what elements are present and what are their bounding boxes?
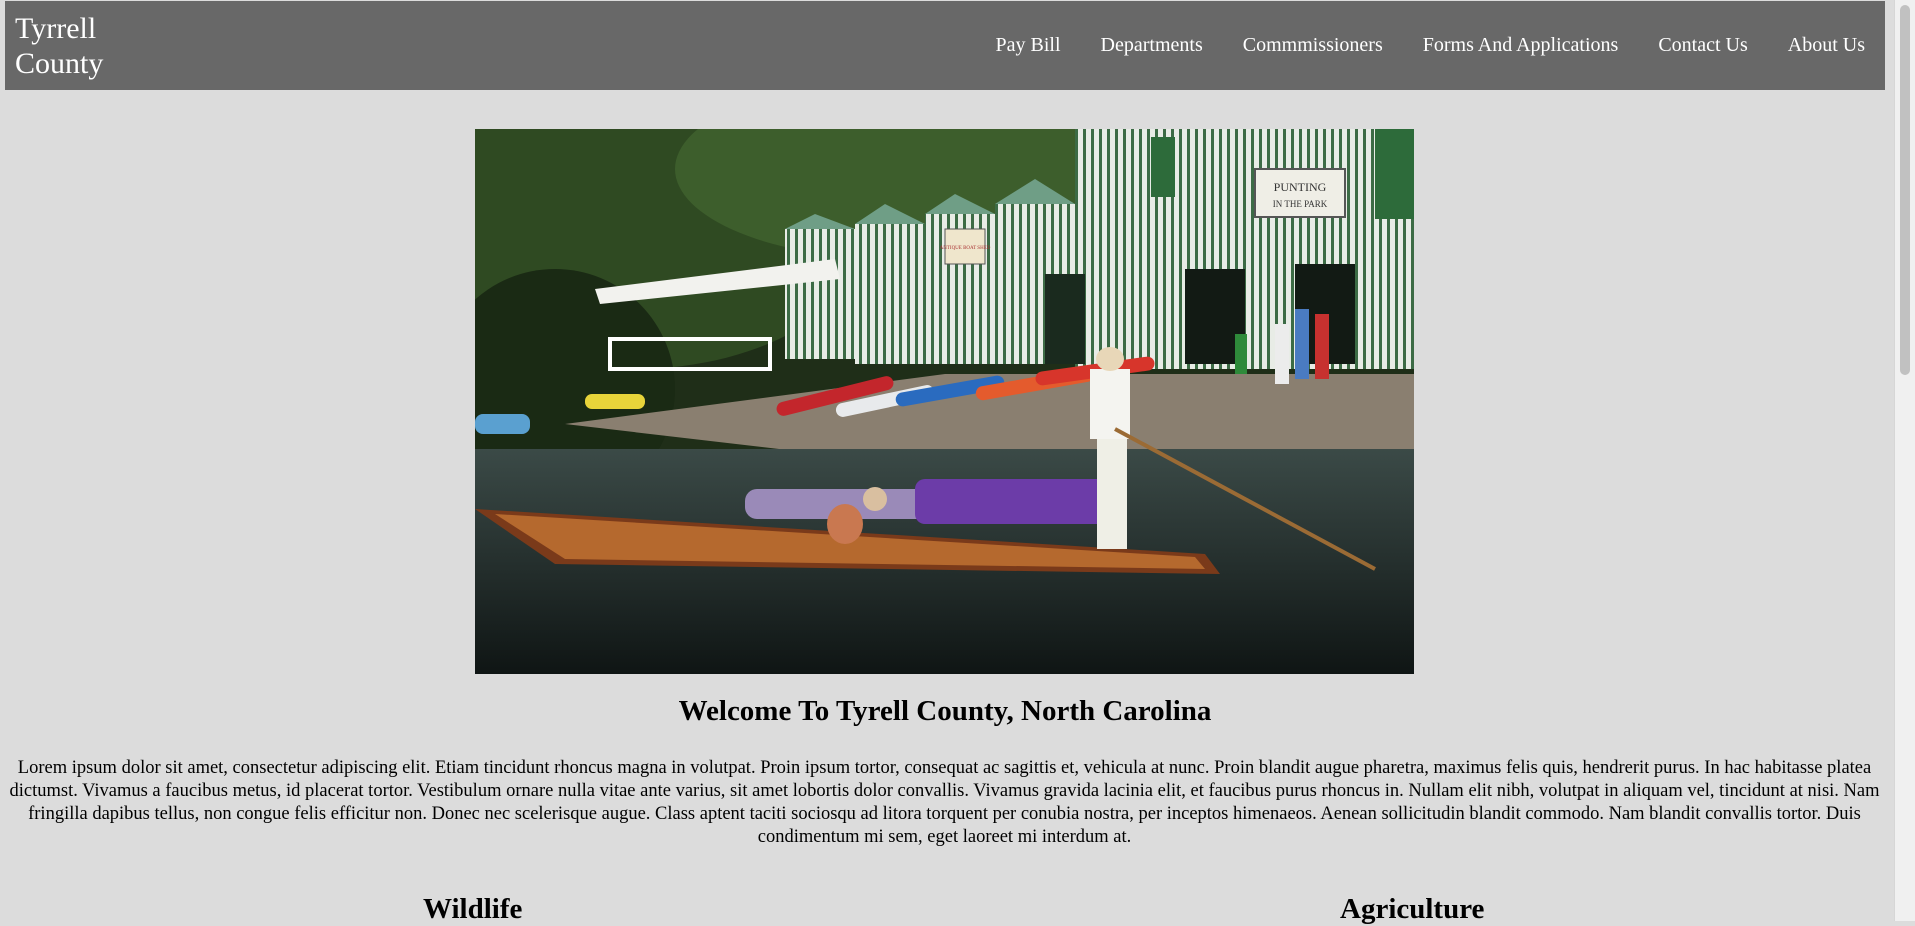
- svg-text:PUNTING: PUNTING: [1274, 180, 1327, 194]
- boat-shed-sign: ANTIQUE BOAT SHED: [940, 228, 991, 265]
- site-logo[interactable]: Tyrrell County: [15, 11, 155, 81]
- hero-image: PUNTING IN THE PARK ANTIQUE BOAT SHED: [475, 129, 1414, 674]
- nav-departments[interactable]: Departments: [1101, 34, 1203, 57]
- vertical-scrollbar[interactable]: [1894, 0, 1915, 921]
- intro-paragraph: Lorem ipsum dolor sit amet, consectetur …: [9, 758, 1880, 847]
- main-nav: Pay Bill Departments Commmissioners Form…: [996, 1, 1865, 90]
- nav-pay-bill[interactable]: Pay Bill: [996, 34, 1061, 57]
- scrollbar-thumb[interactable]: [1900, 5, 1910, 375]
- section-title-wildlife: Wildlife: [423, 893, 523, 925]
- nav-commissioners[interactable]: Commmissioners: [1243, 34, 1383, 57]
- welcome-title: Welcome To Tyrell County, North Carolina: [678, 695, 1212, 727]
- punting-sign: PUNTING IN THE PARK: [1254, 168, 1346, 218]
- nav-about-us[interactable]: About Us: [1788, 34, 1865, 57]
- svg-text:ANTIQUE BOAT SHED: ANTIQUE BOAT SHED: [940, 246, 991, 251]
- svg-text:IN THE PARK: IN THE PARK: [1273, 199, 1328, 209]
- site-header: Tyrrell County Pay Bill Departments Comm…: [5, 1, 1885, 90]
- section-title-agriculture: Agriculture: [1340, 893, 1485, 925]
- nav-forms-and-applications[interactable]: Forms And Applications: [1423, 34, 1619, 57]
- nav-contact-us[interactable]: Contact Us: [1658, 34, 1747, 57]
